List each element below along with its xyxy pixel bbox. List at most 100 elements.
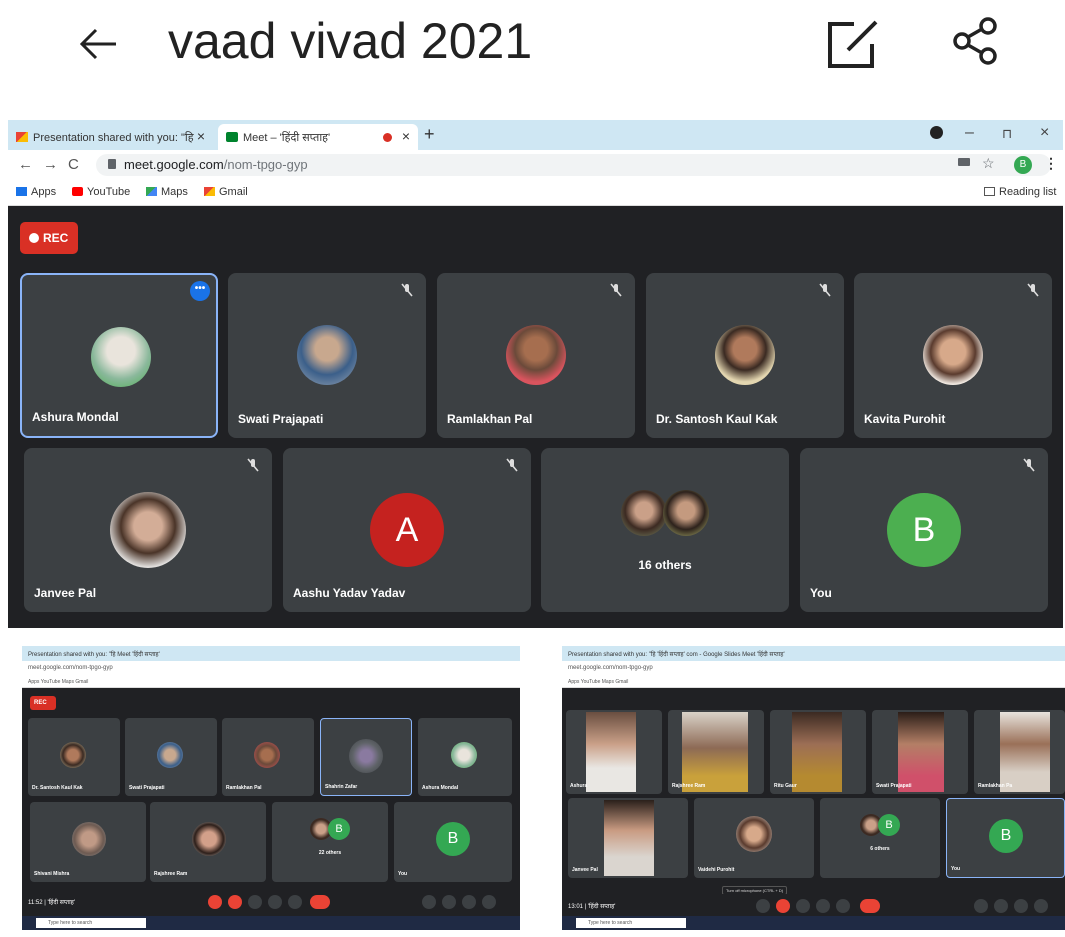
- arrow-left-icon[interactable]: [72, 18, 124, 70]
- chat-button[interactable]: [1014, 899, 1028, 913]
- info-button[interactable]: [422, 895, 436, 909]
- participant-tile[interactable]: Swati Prajapati: [872, 710, 968, 794]
- activities-button[interactable]: [1034, 899, 1048, 913]
- participant-tile[interactable]: Janvee Pal: [24, 448, 272, 612]
- bookmark-label: Maps: [161, 186, 188, 198]
- info-button[interactable]: [974, 899, 988, 913]
- share-icon[interactable]: [950, 16, 1000, 66]
- raise-hand-button[interactable]: [248, 895, 262, 909]
- bookmark-apps[interactable]: Apps: [16, 186, 56, 198]
- people-button[interactable]: [442, 895, 456, 909]
- extension-icon[interactable]: [930, 126, 943, 139]
- participant-tile[interactable]: Rajshree Ram: [668, 710, 764, 794]
- avatar: [91, 327, 151, 387]
- participant-name: Dr. Santosh Kaul Kak: [32, 785, 83, 791]
- meeting-controls: 11:52 | 'हिंदी सप्ताह': [22, 890, 520, 914]
- bookmark-youtube[interactable]: YouTube: [72, 186, 130, 198]
- raise-hand-button[interactable]: [796, 899, 810, 913]
- participant-tile[interactable]: Dr. Santosh Kaul Kak: [646, 273, 844, 438]
- others-tile[interactable]: B 22 others: [272, 802, 388, 882]
- participant-name: Swati Prajapati: [876, 783, 912, 789]
- back-button[interactable]: ←: [18, 156, 33, 173]
- participant-tile[interactable]: Dr. Santosh Kaul Kak: [28, 718, 120, 796]
- others-count: 22 others: [318, 850, 342, 856]
- more-options-icon[interactable]: •••: [190, 281, 210, 301]
- participant-tile[interactable]: Janvee Pal: [568, 798, 688, 878]
- participant-tile[interactable]: Ashura Mondal: [418, 718, 512, 796]
- star-icon[interactable]: ☆: [982, 155, 995, 172]
- participant-tile[interactable]: Ritu Gaur: [770, 710, 866, 794]
- self-tile[interactable]: B You: [946, 798, 1065, 878]
- bookmark-maps[interactable]: Maps: [146, 186, 188, 198]
- more-button[interactable]: [836, 899, 850, 913]
- participant-tile[interactable]: Swati Prajapati: [125, 718, 217, 796]
- participant-name: Swati Prajapati: [238, 412, 324, 426]
- edit-icon[interactable]: [824, 16, 882, 72]
- participant-tile[interactable]: Ramlakhan Pal: [222, 718, 314, 796]
- participant-tile[interactable]: Shivani Mishra: [30, 802, 146, 882]
- reading-list[interactable]: Reading list: [984, 186, 1056, 198]
- close-window-button[interactable]: ×: [1040, 124, 1049, 142]
- more-button[interactable]: [288, 895, 302, 909]
- close-tab-icon[interactable]: ×: [197, 128, 205, 144]
- meeting-time: 11:52 | 'हिंदी सप्ताह': [28, 900, 75, 906]
- tab-presentation[interactable]: Presentation shared with you: "हि ×: [8, 124, 213, 150]
- mic-button[interactable]: [756, 899, 770, 913]
- leave-call-button[interactable]: [310, 895, 330, 909]
- url-bar[interactable]: meet.google.com/nom-tpgo-gyp: [22, 661, 520, 676]
- mic-off-icon: [506, 458, 518, 472]
- participant-tile[interactable]: Rajshree Ram: [150, 802, 266, 882]
- close-tab-icon[interactable]: ×: [402, 128, 410, 144]
- taskbar-search[interactable]: Type here to search: [576, 918, 686, 928]
- url-bar[interactable]: meet.google.com/nom-tpgo-gyp: [562, 661, 1065, 676]
- profile-avatar[interactable]: B: [1014, 156, 1032, 174]
- leave-call-button[interactable]: [860, 899, 880, 913]
- restore-button[interactable]: ⊓: [1002, 126, 1012, 142]
- taskbar-search[interactable]: Type here to search: [36, 918, 146, 928]
- participant-tile[interactable]: Ashura: [566, 710, 662, 794]
- people-button[interactable]: [994, 899, 1008, 913]
- bookmark-label: Apps: [31, 186, 57, 198]
- present-button[interactable]: [268, 895, 282, 909]
- mic-off-icon: [401, 283, 413, 297]
- mic-off-icon: [819, 283, 831, 297]
- participant-tile[interactable]: Ramlakhan Pal: [437, 273, 635, 438]
- tab-meet[interactable]: Meet – 'हिंदी सप्ताह' ×: [218, 124, 418, 150]
- mic-button[interactable]: [208, 895, 222, 909]
- participant-tile[interactable]: Ramlakhan Pa: [974, 710, 1065, 794]
- tab-label: Presentation shared with you: "हि: [33, 132, 194, 144]
- browser-tab-strip: Presentation shared with you: "हि Meet '…: [22, 646, 520, 661]
- page: vaad vivad 2021 Presentation shared with…: [0, 0, 1065, 937]
- participant-tile[interactable]: A Aashu Yadav Yadav: [283, 448, 531, 612]
- new-tab-button[interactable]: +: [424, 124, 435, 145]
- others-tile[interactable]: 16 others: [541, 448, 789, 612]
- participant-tile[interactable]: Kavita Purohit: [854, 273, 1052, 438]
- camera-button[interactable]: [776, 899, 790, 913]
- avatar: [663, 490, 709, 536]
- present-button[interactable]: [816, 899, 830, 913]
- self-tile[interactable]: B You: [800, 448, 1048, 612]
- participant-tile[interactable]: Shahrin Zafar: [320, 718, 412, 796]
- gmail-icon: [204, 187, 215, 196]
- others-tile[interactable]: B 6 others: [820, 798, 940, 878]
- participant-tile[interactable]: Swati Prajapati: [228, 273, 426, 438]
- menu-icon[interactable]: ⋮: [1044, 155, 1058, 172]
- participant-tile[interactable]: ••• Ashura Mondal: [20, 273, 218, 438]
- forward-button[interactable]: →: [43, 156, 58, 173]
- participant-tile[interactable]: Vaidehi Purohit: [694, 798, 814, 878]
- url-bar[interactable]: meet.google.com/nom-tpgo-gyp: [96, 154, 1051, 176]
- activities-button[interactable]: [482, 895, 496, 909]
- participant-name: You: [810, 586, 832, 600]
- reload-button[interactable]: C: [68, 156, 79, 173]
- camera-in-use-icon[interactable]: [958, 158, 970, 166]
- chat-button[interactable]: [462, 895, 476, 909]
- address-row: ← → C meet.google.com/nom-tpgo-gyp ☆ B ⋮: [8, 150, 1063, 180]
- self-tile[interactable]: B You: [394, 802, 512, 882]
- avatar-letter: B: [878, 814, 900, 836]
- bookmark-gmail[interactable]: Gmail: [204, 186, 248, 198]
- avatar: [72, 822, 106, 856]
- avatar: [110, 492, 186, 568]
- minimize-button[interactable]: –: [965, 124, 974, 142]
- camera-button[interactable]: [228, 895, 242, 909]
- meeting-controls: 13:01 | 'हिंदी सप्ताह': [562, 894, 1065, 916]
